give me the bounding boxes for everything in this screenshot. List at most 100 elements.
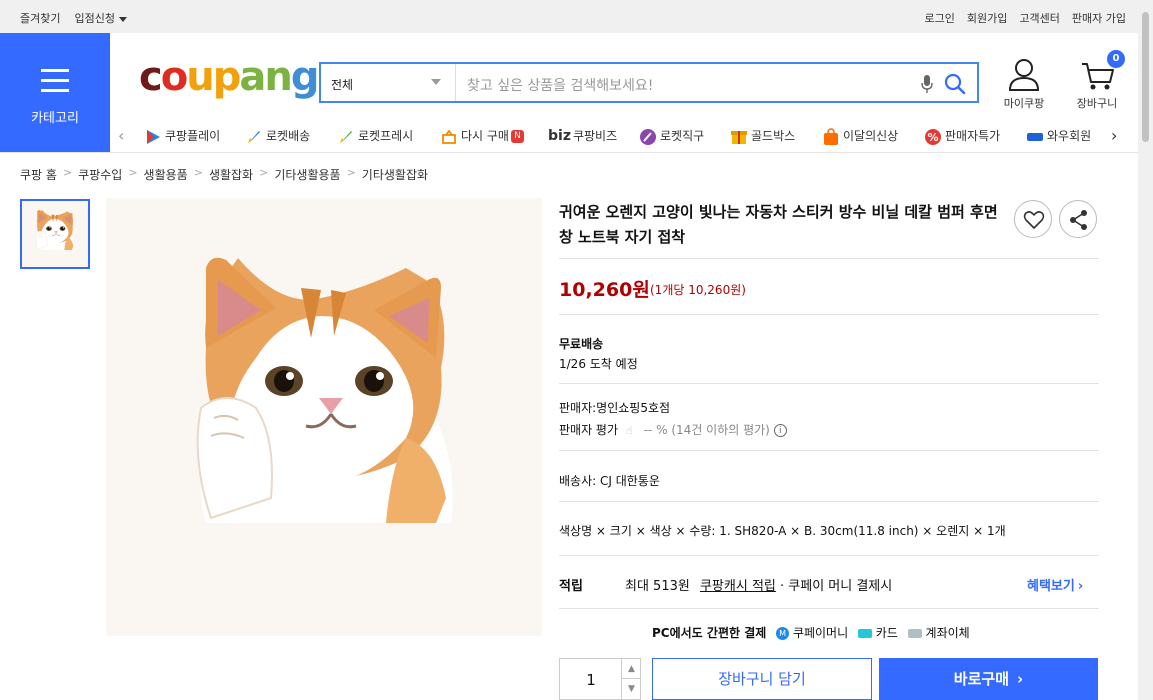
vertical-scrollbar[interactable] [1138, 0, 1153, 700]
category-menu-button[interactable]: 카테고리 [0, 33, 110, 152]
divider [559, 258, 1099, 259]
microphone-icon[interactable] [919, 73, 935, 95]
select-arrow-icon [431, 79, 441, 85]
search-bar: 전체 찾고 싶은 상품을 검색해보세요! [319, 62, 979, 103]
breadcrumb: 쿠팡 홈 > 쿠팡수입 > 생활용품 > 생활잡화 > 기타생활용품 > 기타생활잡화 [20, 166, 428, 183]
search-category-select[interactable]: 전체 [321, 64, 456, 101]
cart-count-badge: 0 [1107, 50, 1125, 68]
new-badge: N [510, 130, 524, 143]
shortcut-new-arrivals[interactable]: 이달의신상 [822, 127, 898, 146]
breadcrumb-item[interactable]: 생활잡화 [209, 166, 253, 183]
signup-link[interactable]: 회원가입 [967, 10, 1007, 26]
breadcrumb-item[interactable]: 쿠팡수입 [78, 166, 122, 183]
card-icon [857, 629, 872, 638]
coupang-cash-link[interactable]: 쿠팡캐시 적립 [700, 579, 776, 594]
pay-label: PC에서도 간편한 결제 [652, 626, 767, 640]
chevron-right-icon: > [193, 166, 203, 179]
arrival-date: 1/26 도착 예정 [559, 357, 638, 371]
wow-icon [1027, 132, 1043, 141]
favorites-link[interactable]: 즐겨찾기 [20, 10, 60, 26]
shortcut-coupang-play[interactable]: 쿠팡플레이 [144, 127, 220, 146]
shortcut-coupang-biz[interactable]: biz 쿠팡비즈 [548, 127, 617, 144]
store-apply-dropdown[interactable]: 입점신청 [74, 10, 127, 26]
divider [559, 383, 1099, 384]
goldbox-icon [731, 130, 747, 144]
buy-now-button[interactable]: 바로구매 › [879, 658, 1098, 700]
percent-icon: % [925, 128, 941, 145]
mycoupang-button[interactable]: 마이쿠팡 [1002, 58, 1046, 111]
hamburger-icon [41, 69, 69, 99]
chevron-left-icon[interactable]: ‹ [118, 126, 124, 145]
chevron-right-icon[interactable]: › [1111, 126, 1117, 145]
breadcrumb-item[interactable]: 기타생활잡화 [362, 166, 428, 183]
shortcut-wow-member[interactable]: 와우회원 [1026, 127, 1098, 146]
shortcut-bar: ‹ 쿠팡플레이 로켓배송 로켓프레시 다시 구매 N biz 쿠팡비즈 로켓직구 골… [118, 124, 1128, 148]
quantity-decrease-button[interactable]: ▼ [621, 679, 641, 699]
seller-rating-value: -- % (14건 이하의 평가) [643, 423, 770, 437]
quantity-input[interactable]: 1 [560, 671, 622, 689]
divider [559, 314, 1099, 315]
cart-label: 장바구니 [1076, 97, 1118, 110]
shortcut-rocket-global[interactable]: 로켓직구 [639, 127, 704, 146]
mycoupang-label: 마이쿠팡 [1003, 97, 1045, 110]
seller-name[interactable]: 판매자:명인쇼핑5호점 [559, 399, 670, 416]
breadcrumb-item[interactable]: 쿠팡 홈 [20, 166, 57, 183]
reward-label: 적립 [559, 579, 583, 594]
chevron-right-icon: › [1077, 579, 1084, 594]
cat-thumbnail-image [21, 200, 89, 268]
chevron-right-icon: › [1017, 670, 1024, 688]
play-icon [147, 129, 160, 144]
favorite-button[interactable] [1014, 200, 1052, 238]
thumbs-up-icon: ☝ [625, 424, 633, 437]
new-bag-icon [824, 127, 838, 145]
reward-suffix: · 쿠페이 머니 결제시 [780, 579, 893, 594]
breadcrumb-item[interactable]: 기타생활용품 [274, 166, 340, 183]
rocket-icon [248, 130, 260, 143]
shortcut-rebuy[interactable]: 다시 구매 N [440, 127, 524, 146]
scrollbar-thumb[interactable] [1142, 12, 1149, 142]
benefit-label: 혜택보기 [1027, 579, 1075, 594]
chevron-right-icon: > [128, 166, 138, 179]
divider [559, 555, 1099, 556]
pay-bank: 계좌이체 [925, 626, 970, 640]
seller-signup-link[interactable]: 판매자 가입 [1072, 10, 1126, 26]
user-icon [1008, 59, 1040, 91]
reward-amount: 최대 513원 [625, 579, 690, 594]
svg-text:%: % [927, 131, 938, 144]
selected-option[interactable]: 색상명 × 크기 × 색상 × 수량: 1. SH820-A × B. 30cm… [559, 522, 1006, 539]
search-icon[interactable] [943, 72, 967, 96]
top-utility-bar: 즐겨찾기 입점신청 로그인 회원가입 고객센터 판매자 가입 [0, 0, 1138, 33]
global-rocket-icon [640, 128, 656, 145]
customer-center-link[interactable]: 고객센터 [1019, 10, 1059, 26]
unit-price: (1개당 10,260원) [650, 283, 746, 297]
reward-info: 최대 513원 쿠팡캐시 적립 · 쿠페이 머니 결제시 [625, 575, 892, 594]
shortcut-gold-box[interactable]: 골드박스 [730, 127, 795, 146]
buy-now-label: 바로구매 [953, 670, 1009, 688]
biz-icon: biz [548, 128, 571, 144]
coupay-icon: M [776, 627, 790, 640]
payment-methods: PC에서도 간편한 결제 M 쿠페이머니 카드 계좌이체 [652, 624, 970, 641]
heart-icon [1023, 211, 1045, 229]
chevron-right-icon: > [259, 166, 269, 179]
product-title: 귀여운 오렌지 고양이 빛나는 자동차 스티커 방수 비닐 데칼 범퍼 후면 창… [559, 203, 998, 246]
login-link[interactable]: 로그인 [925, 10, 955, 26]
coupang-logo[interactable]: coupang [139, 54, 319, 100]
pay-card: 카드 [875, 626, 898, 640]
basket-icon [442, 129, 456, 144]
share-button[interactable] [1059, 200, 1097, 238]
divider [559, 608, 1099, 609]
info-icon[interactable]: i [773, 424, 787, 437]
add-to-cart-button[interactable]: 장바구니 담기 [652, 658, 872, 700]
product-thumbnail[interactable] [20, 199, 90, 269]
search-input[interactable]: 찾고 싶은 상품을 검색해보세요! [467, 75, 653, 95]
seller-rating-label: 판매자 평가 [559, 423, 619, 437]
shortcut-rocket-delivery[interactable]: 로켓배송 [245, 127, 310, 146]
shortcut-seller-deals[interactable]: % 판매자특가 [924, 127, 1000, 146]
benefit-button[interactable]: 혜택보기 › [1027, 575, 1083, 594]
caret-down-icon [118, 16, 127, 22]
shortcut-rocket-fresh[interactable]: 로켓프레시 [337, 127, 413, 146]
chevron-right-icon: > [346, 166, 356, 179]
quantity-increase-button[interactable]: ▲ [621, 659, 641, 679]
breadcrumb-item[interactable]: 생활용품 [144, 166, 188, 183]
divider [559, 501, 1099, 502]
